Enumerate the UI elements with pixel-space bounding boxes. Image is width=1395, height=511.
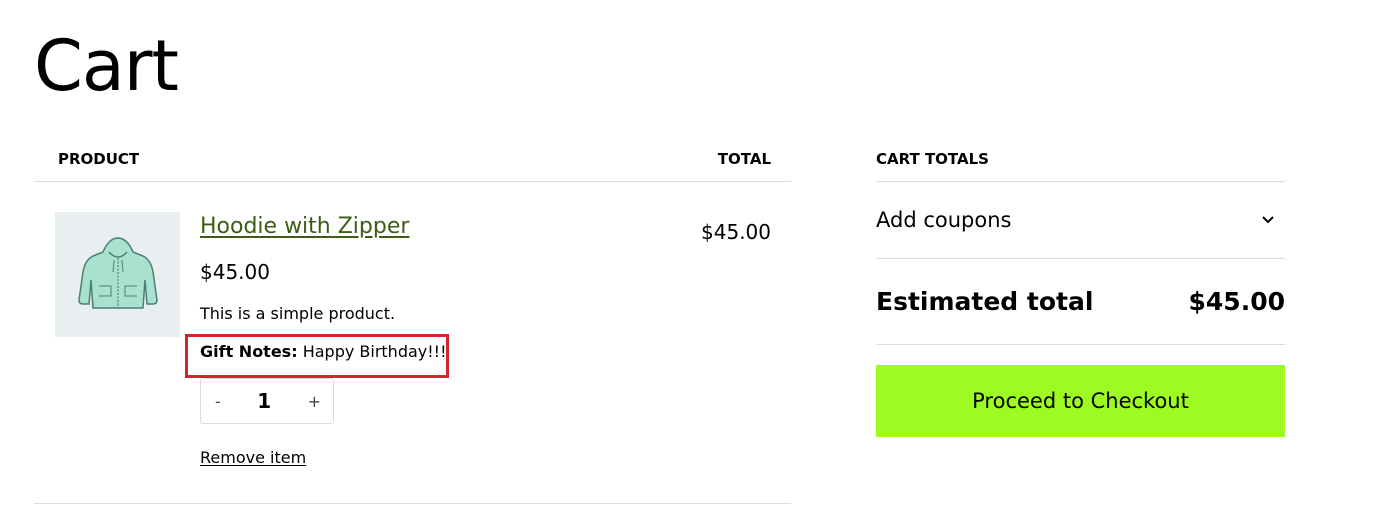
quantity-input[interactable]: 1 bbox=[257, 389, 271, 413]
line-total: $45.00 bbox=[701, 220, 771, 244]
increase-quantity-button[interactable]: + bbox=[308, 392, 321, 411]
cart-item-row: Hoodie with Zipper $45.00 This is a simp… bbox=[34, 182, 791, 504]
product-column-header: PRODUCT bbox=[58, 150, 140, 168]
product-name-link[interactable]: Hoodie with Zipper bbox=[200, 214, 409, 239]
chevron-down-icon bbox=[1262, 216, 1274, 224]
total-column-header: TOTAL bbox=[717, 150, 771, 168]
estimated-total-value: $45.00 bbox=[1188, 287, 1285, 316]
estimated-total-row: Estimated total $45.00 bbox=[876, 259, 1285, 345]
product-thumbnail[interactable] bbox=[55, 212, 180, 337]
cart-table: PRODUCT TOTAL Hoodie with Zipper $45.00 … bbox=[34, 140, 791, 504]
add-coupons-toggle[interactable]: Add coupons bbox=[876, 182, 1285, 259]
cart-totals-panel: CART TOTALS Add coupons Estimated total … bbox=[876, 140, 1285, 437]
gift-notes-value: Happy Birthday!!! bbox=[302, 342, 447, 361]
gift-notes-label: Gift Notes: bbox=[200, 342, 298, 361]
gift-notes: Gift Notes: Happy Birthday!!! bbox=[200, 342, 447, 361]
product-description: This is a simple product. bbox=[200, 304, 396, 323]
quantity-stepper: - 1 + bbox=[200, 378, 334, 424]
proceed-to-checkout-button[interactable]: Proceed to Checkout bbox=[876, 365, 1285, 437]
add-coupons-label: Add coupons bbox=[876, 208, 1012, 232]
cart-totals-heading: CART TOTALS bbox=[876, 140, 1285, 182]
page-title: Cart bbox=[34, 25, 179, 107]
product-price: $45.00 bbox=[200, 260, 270, 284]
hoodie-icon bbox=[77, 236, 158, 309]
decrease-quantity-button[interactable]: - bbox=[215, 392, 221, 411]
remove-item-link[interactable]: Remove item bbox=[200, 448, 306, 467]
cart-table-header: PRODUCT TOTAL bbox=[34, 140, 791, 182]
estimated-total-label: Estimated total bbox=[876, 287, 1094, 316]
